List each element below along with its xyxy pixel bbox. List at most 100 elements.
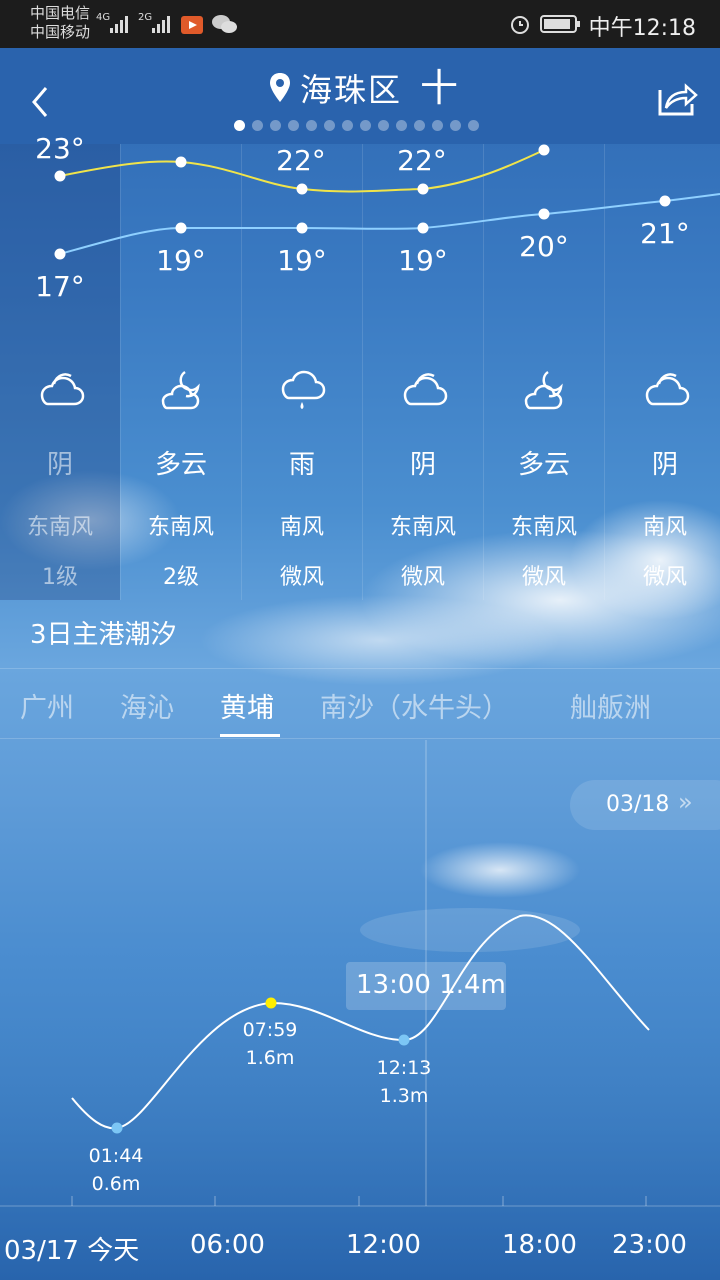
high-temp-label: 22° [397,144,447,177]
tab-nansha[interactable]: 南沙（水牛头） [320,686,509,725]
x-axis-label: 12:00 [346,1230,421,1260]
tooltip-text: 13:00 1.4m [356,970,506,1000]
x-axis-label: 03/17 今天 [4,1236,140,1266]
high-temp-point [175,156,187,168]
cloudy-icon [40,373,85,406]
tab-guangzhou[interactable]: 广州 [20,686,74,725]
clock: 中午12:18 [588,16,696,41]
weather-desc: 雨 [288,450,315,480]
weather-desc: 阴 [651,450,678,480]
low-temp-label: 17° [35,270,85,303]
cloudy-icon [403,373,448,406]
location-pin-icon [270,73,290,102]
high-temp-point [417,183,429,195]
page-dot [306,120,317,131]
day-column[interactable]: 阴 南风 微风 [605,366,720,591]
wind-level: 微风 [521,565,566,590]
weather-desc: 多云 [154,450,207,480]
tab-haiqin[interactable]: 海沁 [120,686,174,725]
low-tide-point[interactable] [398,1034,410,1046]
wind-direction: 东南风 [510,515,577,540]
tide-section-title: 3日主港潮汐 [30,620,177,650]
day-column[interactable]: 阴 东南风 微风 [363,366,483,591]
tide-time: 07:59 [242,1019,298,1041]
low-temp-label: 19° [398,244,448,277]
carrier-info: 中国电信 中国移动 [30,4,90,42]
day-column[interactable]: 雨 南风 微风 [242,366,362,591]
cloudy-icon [645,373,690,406]
carrier-1: 中国电信 [30,4,91,22]
rain-icon [281,370,326,409]
wind-direction: 东南风 [389,515,456,540]
tide-time: 12:13 [376,1057,432,1079]
low-temp-point [296,222,308,234]
wind-level: 微风 [400,565,445,590]
high-tide-point[interactable] [265,997,277,1009]
status-bar: 中国电信 中国移动 4G 2G 中午12:18 [0,0,720,48]
video-app-icon [181,16,203,34]
weather-desc: 阴 [46,450,73,480]
tide-height: 1.3m [379,1085,429,1107]
low-temp-label: 20° [519,230,569,263]
page-dot [360,120,371,131]
day-column[interactable]: 多云 东南风 2级 [121,366,241,591]
page-dot [414,120,425,131]
wind-direction: 南风 [279,515,324,540]
tide-height: 0.6m [91,1173,141,1195]
tab-shanbanzhou[interactable]: 舢舨洲 [570,686,651,725]
page-dot [324,120,335,131]
partly-cloudy-night-icon [524,370,563,410]
location-title-bar: 海珠区 十 [268,66,458,110]
tide-chart [0,740,720,1207]
low-tide-point[interactable] [111,1122,123,1134]
page-dot [432,120,443,131]
wind-direction: 东南风 [26,515,93,540]
location-name[interactable]: 海珠区 [300,65,402,111]
page-dot [234,120,245,131]
back-button[interactable] [24,82,60,122]
signal-icon [110,16,128,33]
divider [0,668,720,669]
partly-cloudy-night-icon [161,370,200,410]
active-tab-indicator [220,734,280,737]
high-temp-point [296,183,308,195]
share-button[interactable] [656,78,700,118]
signal-icon [152,16,170,33]
day-column[interactable]: 多云 东南风 微风 [484,366,604,591]
page-dot [468,120,479,131]
day-column[interactable]: 阴 东南风 1级 [0,366,120,591]
low-temp-label: 19° [277,244,327,277]
wechat-icon [212,15,237,33]
tide-height: 1.6m [245,1047,295,1069]
tab-huangpu[interactable]: 黄埔 [220,686,274,725]
wind-level: 微风 [279,565,324,590]
x-axis-label: 23:00 [612,1230,687,1260]
add-city-button[interactable]: 十 [420,69,458,107]
wind-level: 微风 [642,565,687,590]
wind-level: 2级 [163,565,199,590]
low-temp-point [175,222,187,234]
tide-curve [71,914,650,1130]
weather-desc: 阴 [409,450,436,480]
wind-direction: 南风 [642,515,687,540]
low-temp-point [659,195,671,207]
low-temp-point [417,222,429,234]
page-dot [270,120,281,131]
page-dot [342,120,353,131]
low-temp-point [54,248,66,260]
low-temp-label: 19° [156,244,206,277]
tide-point-label: 12:13 1.3m [368,1054,440,1110]
current-tide-tooltip: 13:00 1.4m [346,962,506,1010]
low-temp-label: 21° [640,217,690,250]
wind-level: 1级 [42,565,78,590]
high-temp-point [538,144,550,156]
page-dot [378,120,389,131]
page-dot [252,120,263,131]
weather-desc: 多云 [517,450,570,480]
battery-icon [540,15,580,33]
tide-point-label: 07:59 1.6m [234,1016,306,1072]
tide-point-label: 01:44 0.6m [80,1142,152,1198]
carrier-2: 中国移动 [30,23,91,41]
high-temp-label: 23° [35,132,85,165]
page-indicator [234,120,486,131]
